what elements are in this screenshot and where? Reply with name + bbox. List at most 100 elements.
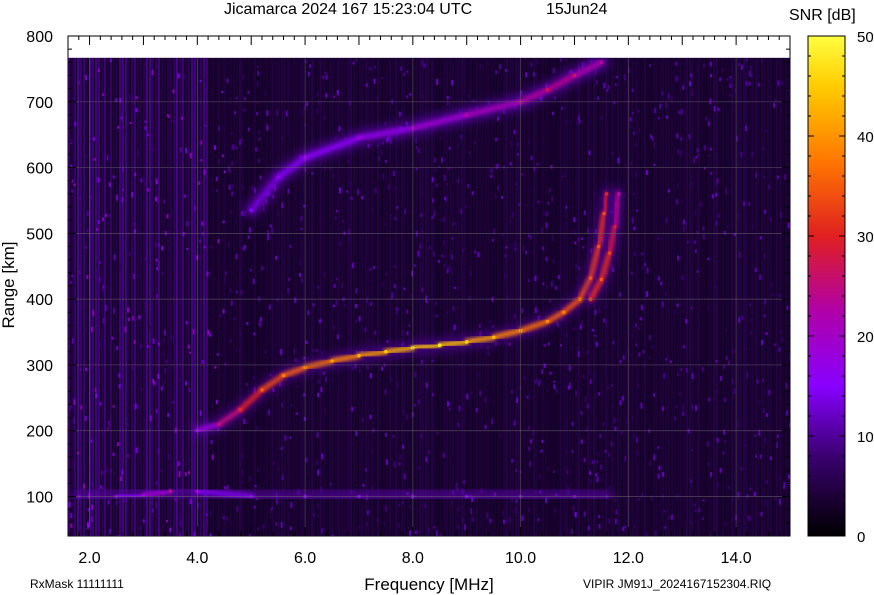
noise-column <box>611 57 613 536</box>
noise-speckle <box>571 449 574 453</box>
noise-speckle <box>254 484 257 488</box>
noise-speckle <box>247 235 250 239</box>
noise-speckle <box>248 227 251 233</box>
noise-speckle <box>427 450 430 455</box>
data-point <box>599 60 604 65</box>
noise-speckle <box>724 329 727 332</box>
noise-speckle <box>613 418 616 424</box>
noise-speckle <box>651 136 654 142</box>
noise-speckle <box>91 482 94 487</box>
noise-speckle <box>759 274 761 280</box>
noise-speckle <box>137 149 139 156</box>
noise-speckle <box>296 385 299 388</box>
noise-speckle <box>413 264 416 267</box>
noise-speckle <box>406 331 409 336</box>
noise-speckle <box>514 247 517 252</box>
noise-speckle <box>235 349 238 352</box>
noise-speckle <box>334 216 337 220</box>
noise-speckle <box>489 320 491 324</box>
noise-speckle <box>199 410 202 416</box>
noise-column <box>524 57 526 536</box>
noise-speckle <box>281 202 284 209</box>
noise-speckle <box>124 326 127 333</box>
noise-speckle <box>543 211 546 216</box>
noise-speckle <box>725 356 728 361</box>
noise-speckle <box>463 480 465 484</box>
noise-speckle <box>595 341 598 347</box>
noise-speckle <box>509 219 512 224</box>
noise-speckle <box>180 116 183 120</box>
noise-speckle <box>253 332 256 336</box>
noise-speckle <box>707 305 710 310</box>
noise-speckle <box>341 220 344 223</box>
noise-speckle <box>490 418 493 425</box>
noise-speckle <box>381 282 384 287</box>
noise-speckle <box>115 98 118 102</box>
noise-speckle <box>373 78 376 84</box>
noise-speckle <box>102 284 105 288</box>
noise-speckle <box>151 508 154 513</box>
noise-speckle <box>690 449 693 452</box>
noise-speckle <box>116 346 119 350</box>
noise-speckle <box>86 229 89 232</box>
noise-speckle <box>117 126 120 129</box>
noise-speckle <box>76 448 79 452</box>
noise-speckle <box>641 266 644 270</box>
noise-speckle <box>453 324 456 331</box>
noise-speckle <box>178 516 181 521</box>
noise-speckle <box>789 91 790 95</box>
noise-speckle <box>486 512 489 519</box>
noise-speckle <box>620 431 623 435</box>
noise-speckle <box>200 159 203 162</box>
noise-speckle <box>755 172 758 178</box>
noise-speckle <box>374 330 377 335</box>
noise-speckle <box>686 240 689 244</box>
noise-speckle <box>778 476 781 480</box>
noise-speckle <box>664 102 667 109</box>
noise-column <box>656 57 658 536</box>
noise-speckle <box>76 396 79 400</box>
noise-speckle <box>748 202 751 206</box>
noise-column <box>740 57 742 536</box>
noise-speckle <box>615 76 618 79</box>
noise-speckle <box>617 484 620 487</box>
noise-speckle <box>624 456 627 462</box>
noise-speckle <box>680 109 683 115</box>
noise-column <box>233 57 235 536</box>
noise-column <box>92 57 94 536</box>
noise-speckle <box>536 162 539 166</box>
noise-speckle <box>701 535 704 536</box>
noise-column <box>563 57 565 536</box>
noise-speckle <box>211 454 214 460</box>
noise-speckle <box>202 231 204 236</box>
noise-speckle <box>603 318 606 323</box>
data-point <box>464 113 469 117</box>
noise-column <box>293 57 295 536</box>
noise-speckle <box>653 141 656 148</box>
noise-speckle <box>371 208 374 211</box>
noise-speckle <box>317 286 319 289</box>
noise-speckle <box>132 316 135 321</box>
noise-speckle <box>280 349 283 355</box>
noise-speckle <box>475 407 478 413</box>
noise-speckle <box>729 76 732 79</box>
noise-speckle <box>415 168 418 171</box>
noise-speckle <box>694 249 697 253</box>
noise-speckle <box>382 141 384 145</box>
noise-speckle <box>543 363 546 369</box>
noise-speckle <box>446 269 449 274</box>
noise-speckle <box>158 260 160 267</box>
noise-speckle <box>416 530 419 534</box>
noise-speckle <box>71 337 74 344</box>
noise-column <box>359 57 361 536</box>
noise-speckle <box>726 225 729 228</box>
noise-speckle <box>233 111 236 115</box>
noise-speckle <box>84 74 87 81</box>
noise-speckle <box>578 237 581 242</box>
data-point <box>596 244 601 249</box>
noise-speckle <box>96 227 99 232</box>
noise-speckle <box>134 403 137 410</box>
noise-speckle <box>678 392 681 396</box>
noise-speckle <box>284 435 287 441</box>
data-point <box>168 489 173 494</box>
